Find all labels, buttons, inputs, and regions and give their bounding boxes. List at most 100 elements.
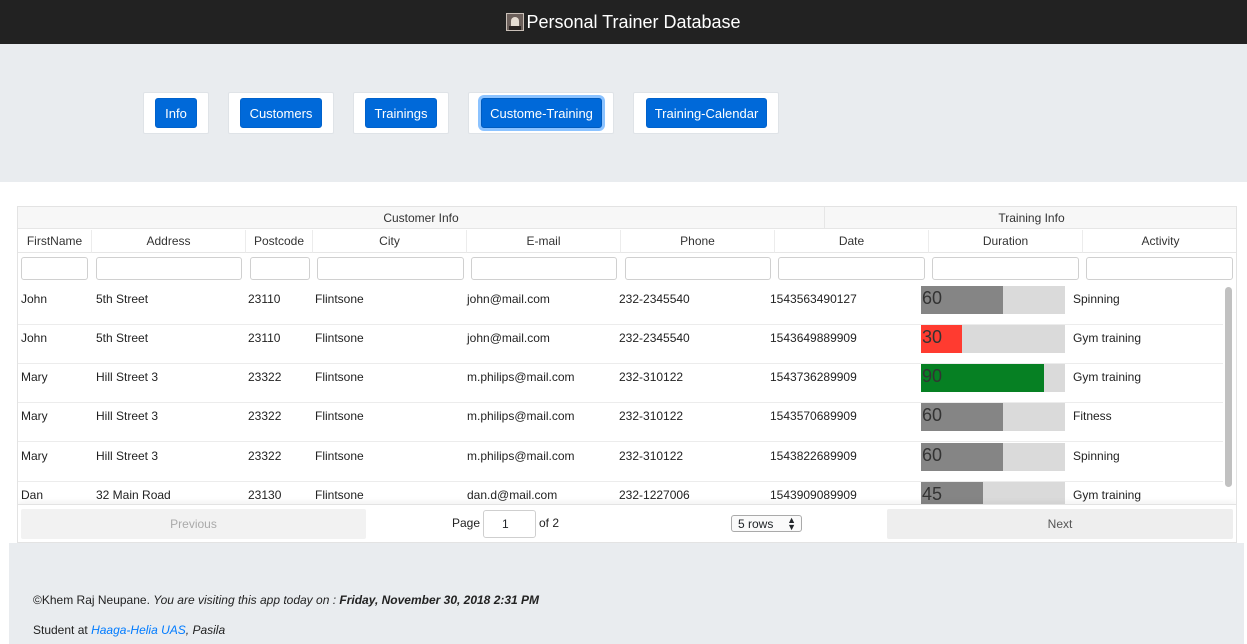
cell-city: Flintsone: [315, 292, 364, 306]
cell-firstname: John: [21, 331, 48, 345]
cell-phone: 232-1227006: [619, 488, 690, 502]
cell-city: Flintsone: [315, 449, 364, 463]
filter-input-postcode[interactable]: [250, 257, 310, 280]
cell-address: Hill Street 3: [96, 449, 159, 463]
cell-phone: 232-310122: [619, 449, 684, 463]
nav-card-trainings: Trainings: [353, 92, 449, 134]
page-label: Page: [452, 516, 481, 530]
app-title: Personal Trainer Database: [526, 11, 741, 32]
cell-email: john@mail.com: [467, 292, 550, 306]
cell-activity: Gym training: [1073, 370, 1142, 384]
trainer-logo-icon: [506, 13, 525, 31]
filter-input-firstname[interactable]: [21, 257, 88, 280]
footer-student-at: Student at: [33, 623, 88, 637]
rows-per-page-value: 5 rows: [738, 516, 774, 531]
cell-firstname: Mary: [21, 449, 48, 463]
filter-input-email[interactable]: [471, 257, 617, 280]
filter-input-activity[interactable]: [1086, 257, 1233, 280]
training-calendar-button[interactable]: Training-Calendar: [646, 98, 767, 128]
cell-date: 1543570689909: [770, 409, 857, 423]
page-total-label: of 2: [539, 516, 560, 530]
cell-activity: Gym training: [1073, 488, 1142, 502]
scrollbar-thumb[interactable]: [1225, 287, 1232, 487]
column-header-postcode[interactable]: Postcode: [246, 230, 313, 253]
cell-firstname: John: [21, 292, 48, 306]
cell-city: Flintsone: [315, 488, 364, 502]
customers-button[interactable]: Customers: [240, 98, 322, 128]
page-number-input[interactable]: 1: [483, 510, 536, 538]
column-header-address[interactable]: Address: [92, 230, 246, 253]
previous-button[interactable]: Previous: [21, 509, 366, 539]
cell-city: Flintsone: [315, 370, 364, 384]
nav-card-training-calendar: Training-Calendar: [633, 92, 779, 134]
duration-bar: 90: [921, 364, 1065, 392]
cell-activity: Gym training: [1073, 331, 1142, 345]
column-header-activity[interactable]: Activity: [1083, 230, 1236, 253]
select-arrows-icon: ▲ ▼: [787, 515, 796, 532]
next-button[interactable]: Next: [887, 509, 1233, 539]
info-button[interactable]: Info: [155, 98, 197, 128]
footer-campus: , Pasila: [185, 623, 226, 637]
cell-date: 1543909089909: [770, 488, 857, 502]
cell-firstname: Dan: [21, 488, 44, 502]
table-scrollbar[interactable]: [1224, 285, 1234, 493]
cell-phone: 232-310122: [619, 370, 684, 384]
footer-datetime: Friday, November 30, 2018 2:31 PM: [339, 593, 540, 607]
filter-input-city[interactable]: [317, 257, 464, 280]
rows-per-page-select[interactable]: 5 rows ▲ ▼: [731, 515, 802, 532]
column-header-date[interactable]: Date: [775, 230, 929, 253]
group-header-training-info: Training Info: [825, 207, 1236, 229]
cell-date: 1543563490127: [770, 292, 857, 306]
cell-address: 5th Street: [96, 331, 149, 345]
cell-postcode: 23110: [248, 331, 281, 345]
cell-firstname: Mary: [21, 409, 48, 423]
cell-email: john@mail.com: [467, 331, 550, 345]
duration-bar: 60: [921, 443, 1065, 471]
footer-student-line: Student at Haaga-Helia UAS, Pasila: [33, 623, 225, 637]
duration-bar: 60: [921, 286, 1065, 314]
duration-value: 60: [922, 445, 943, 465]
footer: ©Khem Raj Neupane. You are visiting this…: [9, 543, 1244, 644]
cell-postcode: 23322: [248, 409, 282, 423]
filter-input-address[interactable]: [96, 257, 242, 280]
nav-card-custome-training: Custome-Training: [468, 92, 614, 134]
nav-card-customers: Customers: [228, 92, 334, 134]
cell-activity: Spinning: [1073, 449, 1120, 463]
cell-email: m.philips@mail.com: [467, 449, 575, 463]
trainings-button[interactable]: Trainings: [365, 98, 437, 128]
column-header-firstname[interactable]: FirstName: [18, 230, 92, 253]
column-header-duration[interactable]: Duration: [929, 230, 1083, 253]
filter-input-duration[interactable]: [932, 257, 1079, 280]
cell-email: m.philips@mail.com: [467, 370, 575, 384]
cell-phone: 232-310122: [619, 409, 684, 423]
cell-activity: Fitness: [1073, 409, 1112, 423]
column-header-phone[interactable]: Phone: [621, 230, 775, 253]
cell-city: Flintsone: [315, 331, 364, 345]
cell-postcode: 23322: [248, 370, 282, 384]
group-header-customer-info: Customer Info: [18, 207, 825, 229]
filter-input-date[interactable]: [778, 257, 925, 280]
cell-city: Flintsone: [315, 409, 364, 423]
duration-bar: 60: [921, 403, 1065, 431]
filter-input-phone[interactable]: [625, 257, 771, 280]
footer-copyright: ©Khem Raj Neupane.: [33, 593, 150, 607]
cell-postcode: 23130: [248, 488, 282, 502]
nav-band: Info Customers Trainings Custome-Trainin…: [0, 44, 1247, 182]
cell-firstname: Mary: [21, 370, 48, 384]
duration-bar: 30: [921, 325, 1065, 353]
cell-email: m.philips@mail.com: [467, 409, 575, 423]
nav-card-info: Info: [143, 92, 209, 134]
duration-value: 60: [922, 405, 943, 425]
duration-value: 90: [922, 366, 943, 386]
column-header-city[interactable]: City: [313, 230, 467, 253]
cell-activity: Spinning: [1073, 292, 1120, 306]
column-header-email[interactable]: E-mail: [467, 230, 621, 253]
footer-visit-line: ©Khem Raj Neupane. You are visiting this…: [33, 593, 539, 607]
cell-email: dan.d@mail.com: [467, 488, 558, 502]
duration-value: 30: [922, 327, 943, 347]
footer-visiting-text: You are visiting this app today on :: [153, 593, 337, 607]
pagination-bar: Previous Page 1 of 2 5 rows ▲ ▼ Next: [18, 504, 1236, 542]
cell-address: Hill Street 3: [96, 370, 159, 384]
custome-training-button[interactable]: Custome-Training: [481, 98, 602, 128]
school-link[interactable]: Haaga-Helia UAS: [91, 623, 186, 637]
